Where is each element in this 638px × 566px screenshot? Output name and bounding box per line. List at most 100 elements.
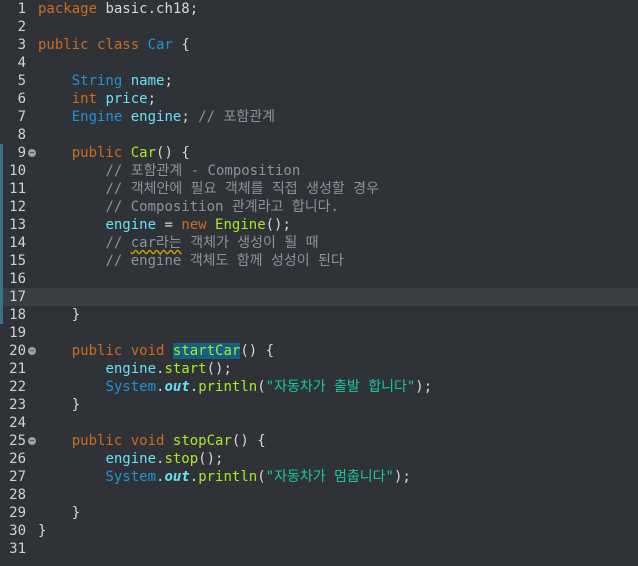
code-token: stop (164, 451, 199, 467)
fold-collapse-icon[interactable]: − (28, 149, 36, 157)
code-token: Engine (71, 109, 123, 125)
line-number: 16 (9, 271, 26, 287)
code-token: "자동차가 출발 합니다" (265, 379, 416, 395)
code-line[interactable]: 29 } (0, 504, 638, 522)
fold-collapse-icon[interactable]: − (28, 347, 36, 355)
code-line[interactable]: 10 // 포함관계 - Composition (0, 162, 638, 180)
code-editor[interactable]: 1 package basic.ch18; 2 3 public class Car {… (0, 0, 638, 566)
code-token: // (105, 235, 131, 251)
code-line[interactable]: 14 // car라는 객체가 생성이 될 때 (0, 234, 638, 252)
line-gutter: 29 (0, 504, 34, 522)
code-token: ; (164, 73, 173, 89)
code-line[interactable]: 28 (0, 486, 638, 504)
line-number: 17 (9, 289, 26, 305)
line-gutter: 11 (0, 180, 34, 198)
code-line[interactable]: 2 (0, 18, 638, 36)
line-number: 6 (17, 91, 26, 107)
line-gutter: 26 (0, 450, 34, 468)
code-text: } (38, 522, 46, 540)
code-line[interactable]: 23 } (0, 396, 638, 414)
code-token: . (189, 469, 199, 485)
line-gutter: 10 (0, 162, 34, 180)
line-gutter: 2 (0, 18, 34, 36)
code-token: ); (393, 469, 411, 485)
line-number: 28 (9, 487, 26, 503)
line-gutter: 25− (0, 432, 36, 450)
code-line[interactable]: 7 Engine engine; // 포함관계 (0, 108, 638, 126)
code-text: engine = new Engine(); (38, 216, 291, 234)
line-gutter: 19 (0, 324, 34, 342)
line-gutter: 16 (0, 270, 34, 288)
code-token: engine (105, 451, 157, 467)
code-line[interactable]: 11 // 객체안에 필요 객체를 직접 생성할 경우 (0, 180, 638, 198)
line-number: 5 (17, 73, 26, 89)
code-text: public Car() { (38, 144, 190, 162)
code-line[interactable]: 18 } (0, 306, 638, 324)
code-line[interactable]: 1 package basic.ch18; (0, 0, 638, 18)
code-line[interactable]: 12 // Composition 관계라고 합니다. (0, 198, 638, 216)
code-line[interactable]: 25− public void stopCar() { (0, 432, 638, 450)
code-line[interactable]: 22 System.out.println("자동차가 출발 합니다"); (0, 378, 638, 396)
code-token: println (198, 469, 258, 485)
code-text: public class Car { (38, 36, 190, 54)
line-number: 20 (9, 343, 26, 359)
change-marker (0, 234, 3, 252)
line-gutter: 20− (0, 342, 36, 360)
code-token: name (130, 73, 165, 89)
code-token: public (71, 433, 123, 449)
code-line[interactable]: 4 (0, 54, 638, 72)
change-marker (0, 198, 3, 216)
change-marker (0, 180, 3, 198)
code-line[interactable]: 6 int price; (0, 90, 638, 108)
code-text: System.out.println("자동차가 출발 합니다"); (38, 378, 432, 396)
code-line[interactable]: 31 (0, 540, 638, 558)
code-token: engine (130, 109, 182, 125)
code-line[interactable]: 21 engine.start(); (0, 360, 638, 378)
code-line[interactable]: 17 (0, 288, 638, 306)
code-line[interactable]: 9− public Car() { (0, 144, 638, 162)
code-line[interactable]: 3 public class Car { (0, 36, 638, 54)
code-token: price (105, 91, 148, 107)
code-line[interactable]: 13 engine = new Engine(); (0, 216, 638, 234)
code-line[interactable]: 8 (0, 126, 638, 144)
code-token: . (189, 379, 199, 395)
code-line[interactable]: 26 engine.stop(); (0, 450, 638, 468)
line-number: 26 (9, 451, 26, 467)
code-token: public (38, 37, 89, 53)
code-text: Engine engine; // 포함관계 (38, 108, 275, 126)
code-line[interactable]: 27 System.out.println("자동차가 멈춥니다"); (0, 468, 638, 486)
code-token: Car (147, 37, 173, 53)
code-line[interactable]: 5 String name; (0, 72, 638, 90)
code-line[interactable]: 19 (0, 324, 638, 342)
code-text: package basic.ch18; (38, 0, 198, 18)
code-line[interactable]: 15 // engine 객체도 함께 성성이 된다 (0, 252, 638, 270)
line-number: 19 (9, 325, 26, 341)
line-number: 8 (17, 127, 26, 143)
line-gutter: 9− (0, 144, 36, 162)
code-line[interactable]: 16 (0, 270, 638, 288)
line-number: 18 (9, 307, 26, 323)
code-token: (); (265, 217, 291, 233)
code-line[interactable]: 20− public void startCar() { (0, 342, 638, 360)
line-gutter: 30 (0, 522, 34, 540)
code-line[interactable]: 24 (0, 414, 638, 432)
code-line[interactable]: 30} (0, 522, 638, 540)
code-text: // 포함관계 - Composition (38, 162, 300, 180)
change-marker (0, 144, 3, 162)
line-gutter: 24 (0, 414, 34, 432)
code-token: ; (147, 91, 157, 107)
code-token: out (164, 469, 190, 485)
fold-collapse-icon[interactable]: − (28, 437, 36, 445)
